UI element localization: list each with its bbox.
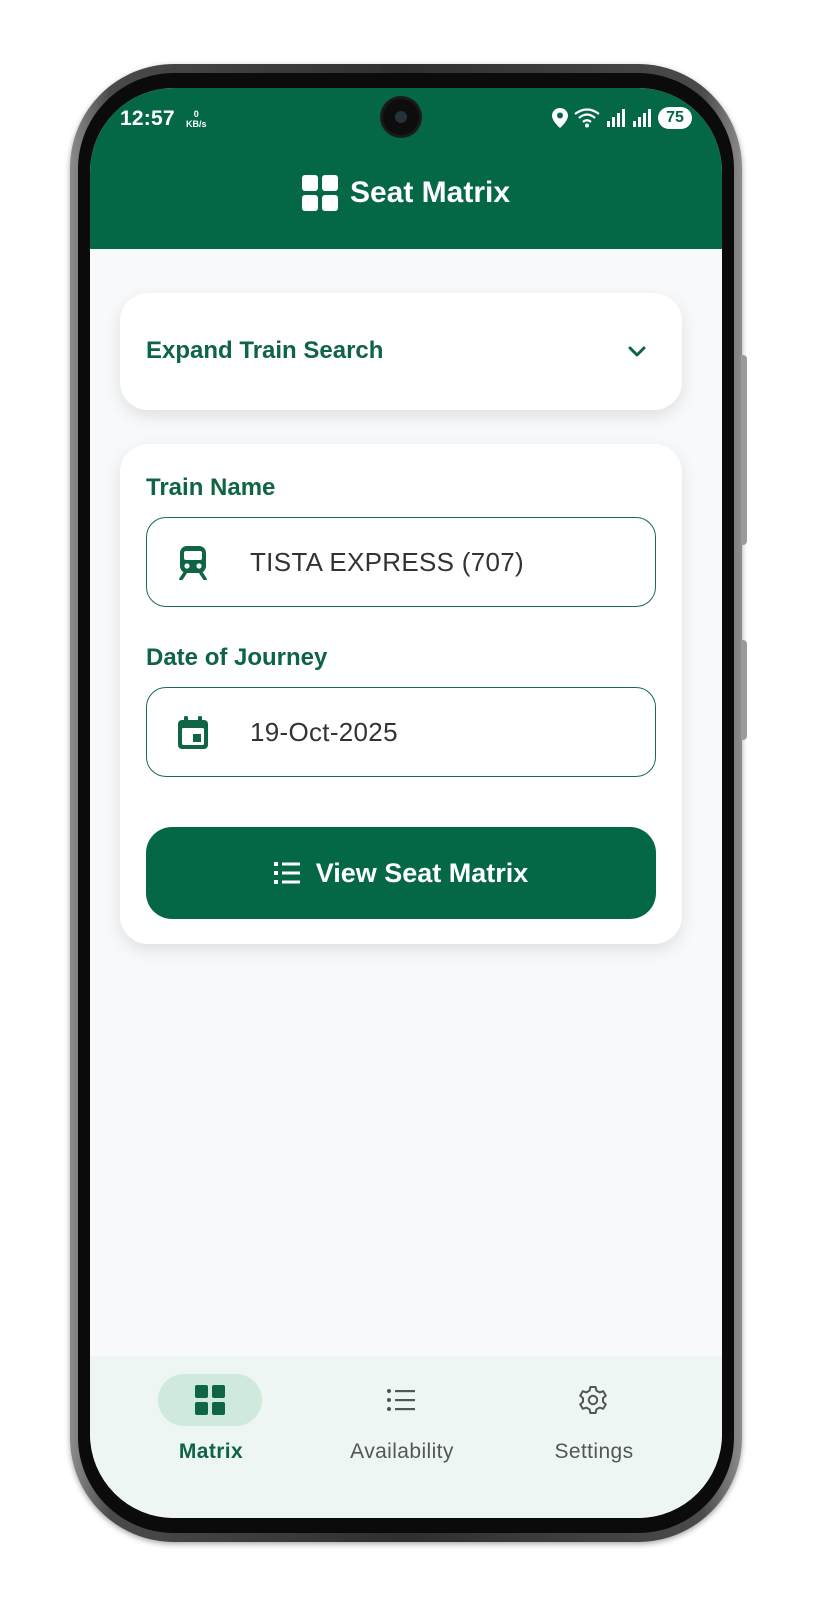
volume-button xyxy=(741,355,747,545)
signal-icon-2 xyxy=(633,109,651,127)
calendar-icon xyxy=(178,716,208,749)
screen: 12:57 0 KB/s 75 Seat Matrix Expand Train… xyxy=(90,88,722,1518)
expand-train-search[interactable]: Expand Train Search xyxy=(120,293,682,410)
grid-icon xyxy=(301,175,338,211)
chevron-down-icon[interactable] xyxy=(626,341,648,363)
nav-label-availability: Availability xyxy=(350,1440,454,1463)
location-icon xyxy=(552,108,568,128)
grid-icon xyxy=(195,1385,225,1415)
app-title-group: Seat Matrix xyxy=(90,171,722,215)
list-icon xyxy=(273,862,300,884)
train-name-value: TISTA EXPRESS (707) xyxy=(250,547,524,577)
power-button xyxy=(741,640,747,740)
signal-icon xyxy=(607,109,625,127)
nav-item-settings[interactable]: Settings xyxy=(504,1374,684,1484)
status-time: 12:57 xyxy=(120,107,175,130)
nav-item-matrix[interactable]: Matrix xyxy=(121,1374,301,1484)
expand-train-search-label: Expand Train Search xyxy=(146,337,384,364)
train-search-form: Train Name TISTA EXPRESS (707) Date of J… xyxy=(120,444,682,944)
train-icon xyxy=(179,546,207,580)
list-icon xyxy=(387,1389,415,1411)
battery-indicator: 75 xyxy=(658,107,692,129)
wifi-icon xyxy=(574,108,600,128)
network-speed-value: 0 xyxy=(193,109,199,119)
nav-label-matrix: Matrix xyxy=(178,1440,244,1463)
app-bar: 12:57 0 KB/s 75 Seat Matrix xyxy=(90,88,722,249)
nav-label-settings: Settings xyxy=(554,1440,634,1463)
view-seat-matrix-button[interactable]: View Seat Matrix xyxy=(146,827,656,919)
train-name-label: Train Name xyxy=(146,474,276,501)
gear-icon xyxy=(579,1386,607,1414)
train-name-field[interactable]: TISTA EXPRESS (707) xyxy=(146,517,656,607)
date-of-journey-value: 19-Oct-2025 xyxy=(250,717,398,747)
date-of-journey-label: Date of Journey xyxy=(146,644,328,671)
nav-item-availability[interactable]: Availability xyxy=(312,1374,492,1484)
view-seat-matrix-label: View Seat Matrix xyxy=(315,857,529,888)
network-speed-unit: KB/s xyxy=(186,119,207,129)
date-of-journey-field[interactable]: 19-Oct-2025 xyxy=(146,687,656,777)
network-speed: 0 KB/s xyxy=(186,109,207,129)
page-title: Seat Matrix xyxy=(349,176,511,209)
front-camera xyxy=(383,99,419,135)
bottom-nav: Matrix Availability Settings xyxy=(90,1356,722,1518)
status-icons: 75 xyxy=(552,105,692,131)
